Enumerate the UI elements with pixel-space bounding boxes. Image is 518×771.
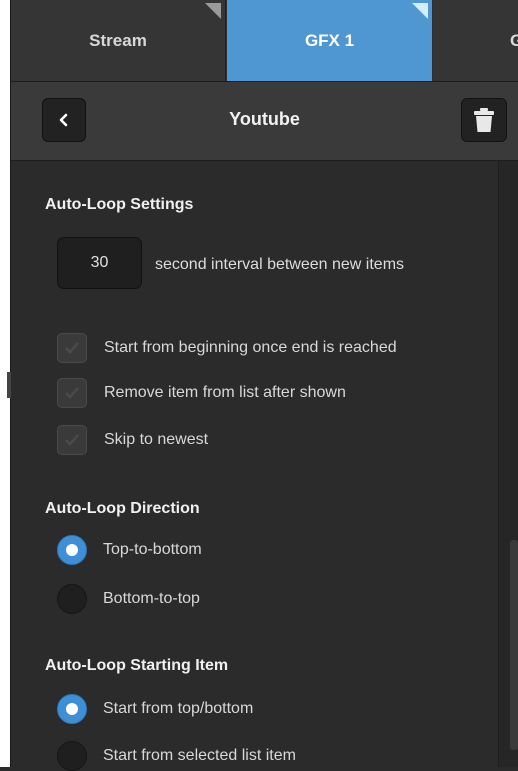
auto-loop-starting-item-heading: Auto-Loop Starting Item bbox=[45, 657, 229, 674]
checkbox[interactable] bbox=[57, 333, 87, 363]
tab-corner-indicator-icon bbox=[205, 3, 221, 19]
delete-button[interactable] bbox=[461, 98, 507, 142]
radio-label: Bottom-to-top bbox=[103, 590, 200, 607]
checkbox[interactable] bbox=[57, 425, 87, 455]
auto-loop-direction-heading: Auto-Loop Direction bbox=[45, 500, 200, 517]
checkbox-remove-after-shown[interactable]: Remove item from list after shown bbox=[57, 378, 346, 408]
radio-button[interactable] bbox=[57, 584, 87, 614]
interval-seconds-input[interactable]: 30 bbox=[57, 237, 142, 289]
checkbox-label: Remove item from list after shown bbox=[104, 384, 346, 401]
radio-label: Start from selected list item bbox=[103, 747, 296, 764]
checkbox[interactable] bbox=[57, 378, 87, 408]
radio-button-selected[interactable] bbox=[57, 694, 87, 724]
tab-gfx-1[interactable]: GFX 1 bbox=[227, 0, 432, 81]
radio-bottom-to-top[interactable]: Bottom-to-top bbox=[57, 584, 200, 614]
auto-loop-settings-heading: Auto-Loop Settings bbox=[45, 196, 194, 213]
panel-header: Youtube bbox=[11, 82, 518, 161]
page-title: Youtube bbox=[229, 109, 300, 129]
radio-start-from-top-bottom[interactable]: Start from top/bottom bbox=[57, 694, 253, 724]
radio-top-to-bottom[interactable]: Top-to-bottom bbox=[57, 535, 202, 565]
tab-gfx-1-label: GFX 1 bbox=[304, 30, 355, 50]
tab-bar: Stream GFX 1 G bbox=[11, 0, 518, 82]
checkbox-start-from-beginning[interactable]: Start from beginning once end is reached bbox=[57, 333, 397, 363]
checkmark-icon bbox=[65, 387, 79, 399]
interval-label: second interval between new items bbox=[155, 256, 405, 273]
tab-stream[interactable]: Stream bbox=[11, 0, 226, 81]
radio-label: Top-to-bottom bbox=[103, 541, 202, 558]
tab-corner-indicator-icon bbox=[412, 3, 428, 19]
radio-label: Start from top/bottom bbox=[103, 700, 254, 717]
scrollbar-thumb[interactable] bbox=[510, 540, 518, 750]
checkmark-icon bbox=[65, 342, 79, 354]
checkbox-label: Skip to newest bbox=[104, 431, 209, 448]
trash-icon bbox=[474, 108, 494, 132]
checkbox-label: Start from beginning once end is reached bbox=[104, 339, 397, 356]
tab-gfx-2-label: G bbox=[510, 30, 518, 50]
tab-gfx-2[interactable]: G bbox=[433, 0, 518, 81]
tab-stream-label: Stream bbox=[89, 30, 147, 50]
radio-button-selected[interactable] bbox=[57, 535, 87, 565]
checkmark-icon bbox=[65, 434, 79, 446]
checkbox-skip-to-newest[interactable]: Skip to newest bbox=[57, 425, 208, 455]
